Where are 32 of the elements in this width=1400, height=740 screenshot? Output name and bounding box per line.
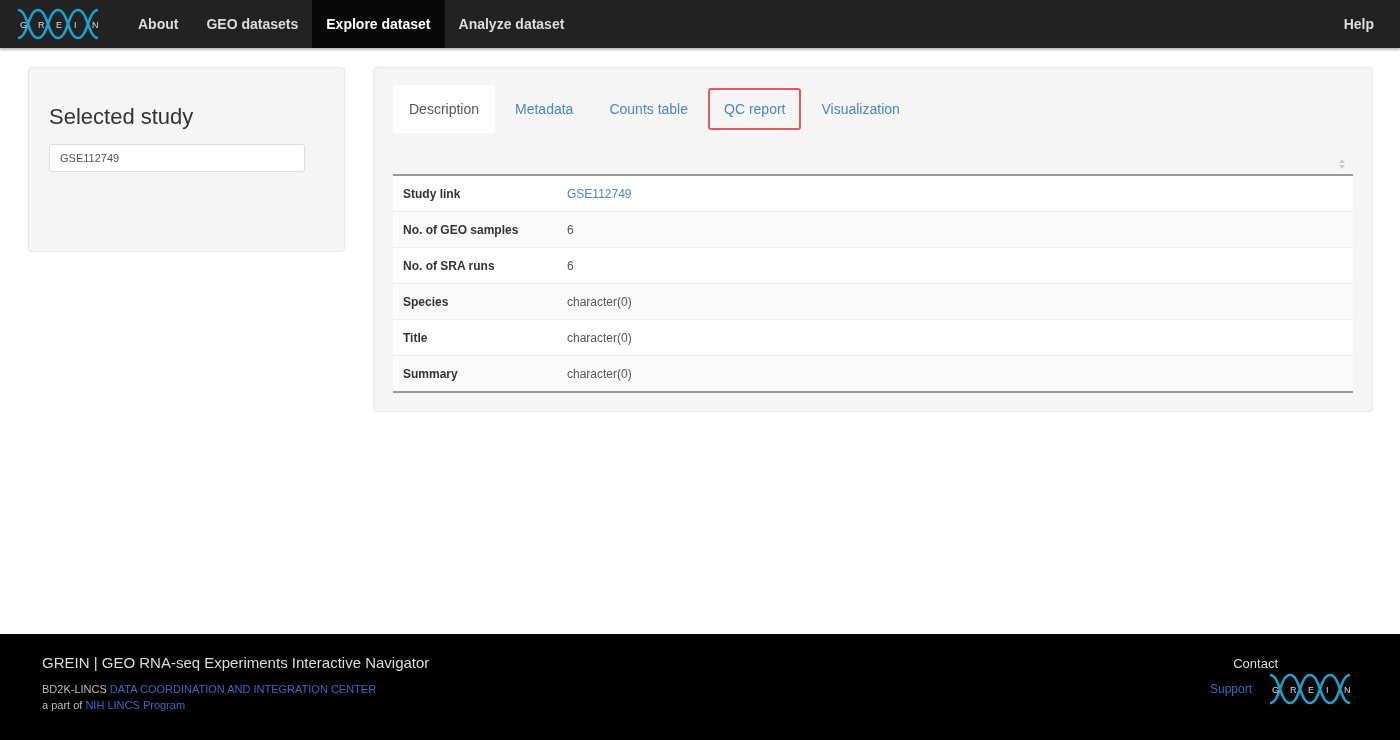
- nav-link[interactable]: Analyze dataset: [444, 0, 579, 48]
- table-cell: 6: [567, 222, 574, 237]
- study-link[interactable]: GSE112749: [567, 186, 632, 201]
- tab[interactable]: Visualization: [805, 85, 916, 133]
- table-cell: character(0): [567, 294, 632, 309]
- sidebar-title: Selected study: [49, 104, 195, 130]
- contact-link[interactable]: Contact: [1233, 656, 1278, 671]
- sort-icon[interactable]: [1339, 159, 1345, 169]
- table-cell: character(0): [567, 366, 632, 381]
- table-cell: character(0): [567, 330, 632, 345]
- footer-link[interactable]: DATA COORDINATION AND INTEGRATION CENTER: [109, 683, 377, 695]
- nav-link[interactable]: About: [124, 0, 193, 48]
- tab[interactable]: Counts table: [593, 85, 704, 133]
- row-label: Summary: [402, 366, 459, 381]
- row-label: No. of SRA runs: [402, 258, 496, 273]
- nav-link[interactable]: Explore dataset: [312, 0, 445, 48]
- row-label: Title: [402, 330, 429, 345]
- footer-link[interactable]: NIH LINCS Program: [85, 699, 186, 711]
- tab[interactable]: Description: [393, 85, 496, 133]
- study-field[interactable]: GSE112749: [49, 144, 305, 172]
- table-cell: 6: [567, 258, 574, 273]
- nav-link[interactable]: GEO datasets: [192, 0, 313, 48]
- help-link[interactable]: Help: [1329, 0, 1388, 48]
- footer-text: BD2K-LINCS: [42, 683, 107, 695]
- row-label: Study link: [402, 186, 462, 201]
- row-label: No. of GEO samples: [402, 222, 520, 237]
- tab[interactable]: Metadata: [499, 85, 590, 133]
- footer-title: GREIN | GEO RNA-seq Experiments Interactive Navigator: [42, 654, 430, 671]
- row-label: Species: [402, 294, 450, 309]
- support-link[interactable]: Support: [1209, 682, 1252, 696]
- tab[interactable]: QC report: [708, 88, 802, 130]
- footer-text: a part of: [42, 699, 83, 711]
